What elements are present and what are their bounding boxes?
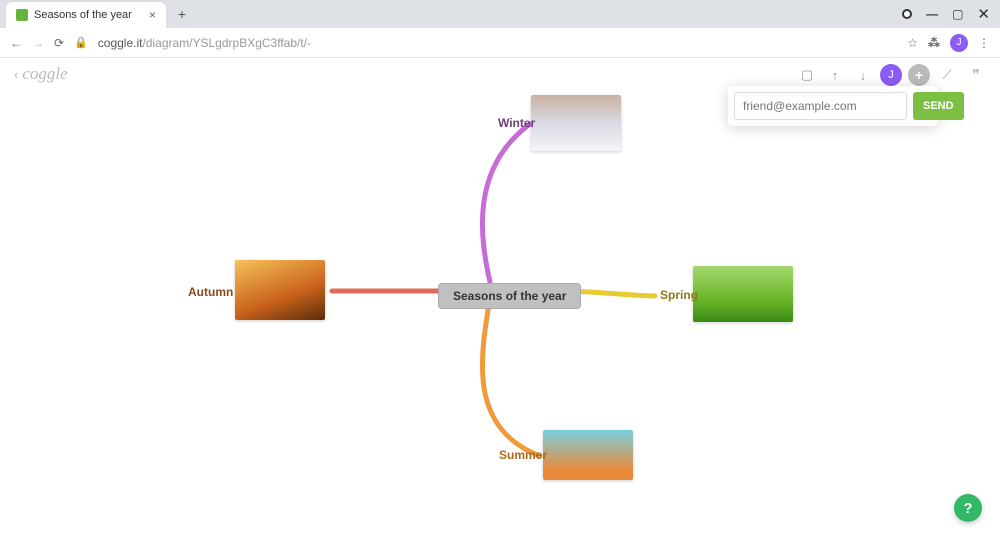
help-button[interactable]: ? xyxy=(954,494,982,522)
record-icon[interactable] xyxy=(902,9,912,19)
address-bar-row: ← → ⟳ 🔒 coggle.it/diagram/YSLgdrpBXgC3ff… xyxy=(0,28,1000,58)
extensions-icon[interactable]: ⁂ xyxy=(928,36,940,50)
tab-title: Seasons of the year xyxy=(34,9,132,21)
back-icon[interactable]: ← xyxy=(10,36,22,50)
winter-image[interactable] xyxy=(531,95,621,151)
minimize-icon[interactable]: — xyxy=(926,7,938,21)
window-controls: — ▢ ✕ xyxy=(902,5,1000,23)
summer-image[interactable] xyxy=(543,430,633,480)
favicon-icon xyxy=(16,9,28,21)
diagram-canvas[interactable]: Seasons of the year Autumn Winter Spring… xyxy=(0,58,1000,538)
maximize-icon[interactable]: ▢ xyxy=(952,7,963,21)
center-node[interactable]: Seasons of the year xyxy=(438,283,581,309)
new-tab-button[interactable]: + xyxy=(172,4,192,24)
autumn-label[interactable]: Autumn xyxy=(188,285,233,299)
close-tab-icon[interactable]: × xyxy=(149,8,156,22)
winter-label[interactable]: Winter xyxy=(498,116,535,130)
url-domain: coggle.it xyxy=(98,36,143,50)
menu-icon[interactable]: ⋮ xyxy=(978,36,990,50)
tab-row: Seasons of the year × + — ▢ ✕ xyxy=(0,0,1000,28)
edge-summer xyxy=(482,298,540,456)
spring-image[interactable] xyxy=(693,266,793,322)
edge-winter xyxy=(482,124,530,282)
autumn-image[interactable] xyxy=(235,260,325,320)
url-bar[interactable]: coggle.it/diagram/YSLgdrpBXgC3ffab/t/- xyxy=(98,36,897,50)
close-window-icon[interactable]: ✕ xyxy=(977,5,990,23)
profile-avatar[interactable]: J xyxy=(950,34,968,52)
browser-chrome: Seasons of the year × + — ▢ ✕ ← → ⟳ 🔒 co… xyxy=(0,0,1000,58)
center-node-label: Seasons of the year xyxy=(453,289,566,303)
browser-tab[interactable]: Seasons of the year × xyxy=(6,2,166,28)
summer-label[interactable]: Summer xyxy=(499,448,547,462)
favorite-icon[interactable]: ☆ xyxy=(907,36,918,50)
forward-icon[interactable]: → xyxy=(32,36,44,50)
lock-icon: 🔒 xyxy=(74,36,88,49)
url-path: /diagram/YSLgdrpBXgC3ffab/t/- xyxy=(142,36,311,50)
spring-label[interactable]: Spring xyxy=(660,288,698,302)
reload-icon[interactable]: ⟳ xyxy=(54,36,64,50)
